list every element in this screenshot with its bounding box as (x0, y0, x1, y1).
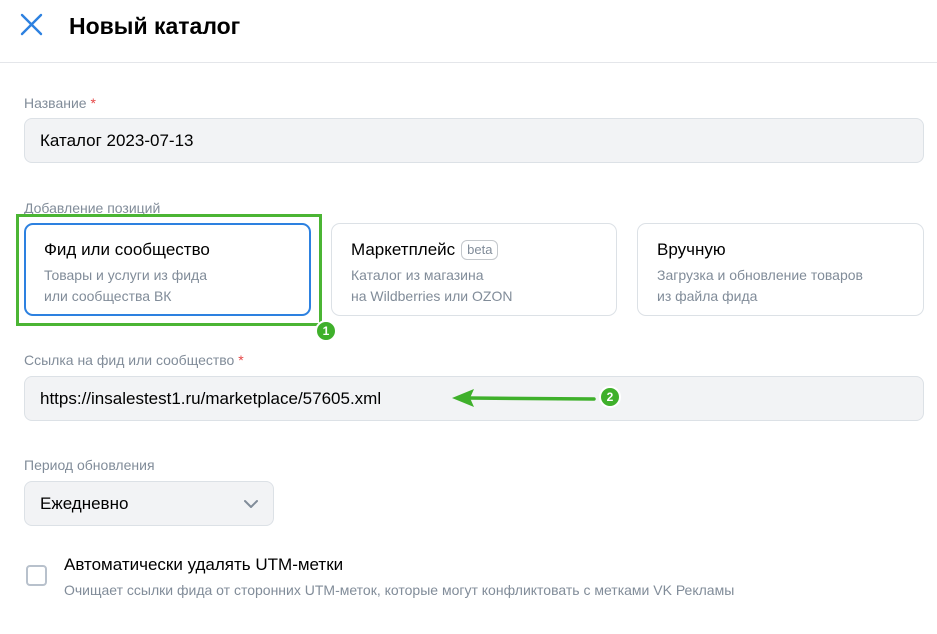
annotation-arrow-icon (452, 389, 596, 407)
required-mark: * (90, 95, 96, 111)
option-manual-desc-line2: из файла фида (657, 288, 758, 304)
page-title: Новый каталог (69, 13, 241, 39)
close-icon (20, 13, 43, 36)
option-marketplace-card[interactable]: Маркетплейс beta Каталог из магазина на … (331, 223, 617, 316)
feed-label: Ссылка на фид или сообщество * (24, 351, 244, 369)
annotation-highlight-box (16, 214, 322, 326)
update-period-label: Период обновления (24, 457, 155, 473)
option-marketplace-title: Маркетплейс (351, 240, 456, 259)
name-input-value: Каталог 2023-07-13 (40, 130, 194, 150)
option-marketplace-desc-line2: на Wildberries или OZON (351, 288, 513, 304)
option-marketplace-title-row: Маркетплейс beta (351, 239, 499, 261)
utm-checkbox-label[interactable]: Автоматически удалять UTM-метки (64, 554, 343, 576)
feed-label-text: Ссылка на фид или сообщество (24, 352, 235, 368)
option-manual-title: Вручную (657, 240, 726, 259)
beta-badge: beta (461, 240, 499, 260)
chevron-down-icon (244, 500, 258, 508)
required-mark: * (238, 352, 244, 368)
utm-checkbox[interactable] (26, 565, 47, 586)
feed-url-value: https://insalestest1.ru/marketplace/5760… (40, 388, 382, 408)
name-label-text: Название (24, 95, 87, 111)
annotation-badge-1: 1 (315, 320, 337, 342)
name-input[interactable]: Каталог 2023-07-13 (24, 118, 924, 163)
option-marketplace-desc-line1: Каталог из магазина (351, 267, 484, 283)
modal-header: Новый каталог (0, 0, 937, 63)
update-period-value: Ежедневно (40, 493, 129, 513)
option-manual-card[interactable]: Вручную Загрузка и обновление товаров из… (637, 223, 924, 316)
option-manual-desc-line1: Загрузка и обновление товаров (657, 267, 863, 283)
name-label: Название * (24, 94, 96, 112)
option-manual-desc: Загрузка и обновление товаров из файла ф… (657, 265, 863, 307)
annotation-badge-2: 2 (599, 386, 621, 408)
close-button[interactable] (17, 10, 47, 40)
option-marketplace-desc: Каталог из магазина на Wildberries или O… (351, 265, 512, 307)
utm-checkbox-description: Очищает ссылки фида от сторонних UTM-мет… (64, 582, 735, 598)
update-period-select[interactable]: Ежедневно (24, 481, 274, 526)
